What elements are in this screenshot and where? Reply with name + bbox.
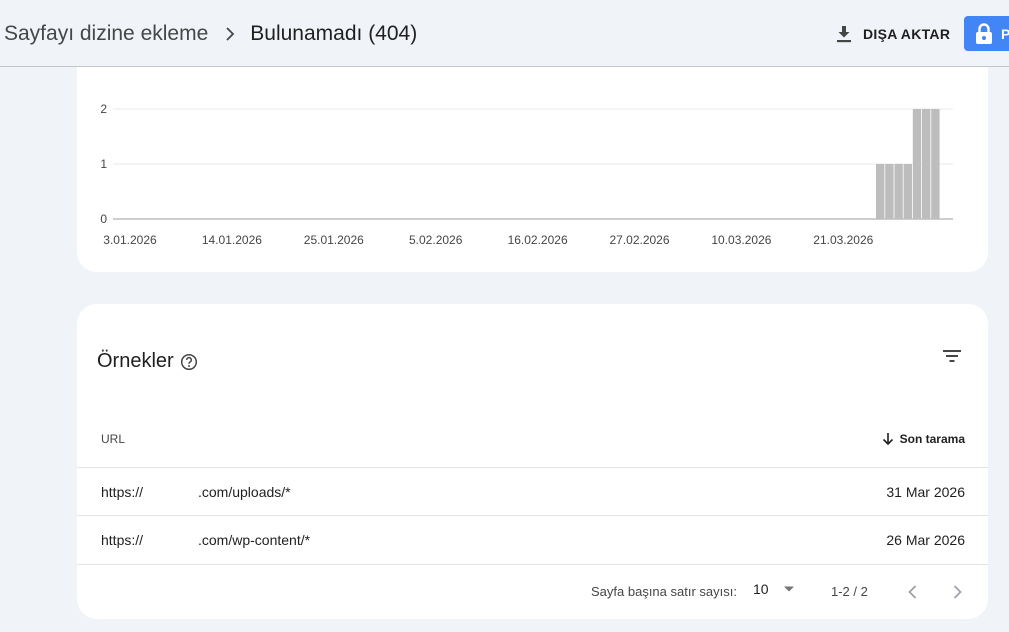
chevron-right-icon <box>225 26 235 41</box>
table-row[interactable]: https:// .com/wp-content/* 26 Mar 2026 <box>77 515 988 563</box>
chevron-right-icon[interactable] <box>947 582 967 602</box>
x-tick-label: 25.01.2026 <box>304 233 364 247</box>
x-tick-label: 14.01.2026 <box>202 233 262 247</box>
lock-icon <box>976 22 992 44</box>
url-column-header: URL <box>101 432 126 446</box>
dropdown-arrow-icon <box>783 586 794 592</box>
url-path: .com/uploads/* <box>198 484 291 500</box>
y-tick-label: 0 <box>100 212 107 226</box>
x-tick-label: 3.01.2026 <box>103 233 157 247</box>
x-tick-label: 10.03.2026 <box>711 233 771 247</box>
last-crawl-date: 31 Mar 2026 <box>886 484 965 500</box>
rows-per-page-select[interactable]: 10 <box>753 581 795 597</box>
rows-per-page-label: Sayfa başına satır sayısı: <box>591 584 737 599</box>
x-tick-label: 21.03.2026 <box>813 233 873 247</box>
chart-bar[interactable] <box>931 109 940 219</box>
last-crawl-date: 26 Mar 2026 <box>886 532 965 548</box>
y-tick-label: 2 <box>100 102 107 116</box>
table-divider <box>77 564 988 565</box>
examples-card: Örnekler URL Son tarama https:// .com/up… <box>77 304 988 619</box>
url-prefix: https:// <box>101 484 144 500</box>
arrow-down-icon <box>882 433 893 446</box>
url-path: .com/wp-content/* <box>198 532 311 548</box>
sort-header-label: Son tarama <box>899 432 965 446</box>
lock-button[interactable]: P <box>964 16 1009 51</box>
download-icon <box>837 26 851 43</box>
help-icon[interactable] <box>180 353 198 371</box>
breadcrumb-root-link[interactable]: Sayfayı dizine ekleme <box>4 22 208 46</box>
x-tick-label: 16.02.2026 <box>508 233 568 247</box>
chart: 0 1 2 3.01.2026 14.01.2026 25.01.2026 5.02.202… <box>100 102 953 247</box>
url-prefix: https:// <box>101 532 144 548</box>
page-title: Bulunamadı (404) <box>250 21 418 45</box>
chart-bar[interactable] <box>903 164 912 219</box>
breadcrumb: Sayfayı dizine ekleme Bulunamadı (404) <box>4 0 417 67</box>
lock-button-label: P <box>1001 25 1009 42</box>
chart-bar[interactable] <box>894 164 903 219</box>
x-tick-label: 5.02.2026 <box>409 233 463 247</box>
pagination-range: 1-2 / 2 <box>831 584 868 599</box>
table-row[interactable]: https:// .com/uploads/* 31 Mar 2026 <box>77 467 988 515</box>
chart-bar[interactable] <box>876 164 885 219</box>
chart-bar[interactable] <box>912 109 922 219</box>
y-tick-label: 1 <box>100 157 107 171</box>
rows-per-page-value: 10 <box>753 581 769 597</box>
sort-last-crawl-header[interactable]: Son tarama <box>882 432 965 446</box>
chart-card: 0 1 2 3.01.2026 14.01.2026 25.01.2026 5.02.202… <box>77 40 988 272</box>
chart-bar[interactable] <box>922 109 931 219</box>
examples-title: Örnekler <box>97 350 174 372</box>
export-label: DIŞA AKTAR <box>863 26 951 42</box>
x-tick-label: 27.02.2026 <box>609 233 669 247</box>
filter-icon[interactable] <box>942 348 962 364</box>
chevron-left-icon[interactable] <box>903 582 923 602</box>
page-header: Sayfayı dizine ekleme Bulunamadı (404) D… <box>0 0 1009 67</box>
chart-bar[interactable] <box>885 164 894 219</box>
export-button[interactable]: DIŞA AKTAR <box>835 22 950 46</box>
